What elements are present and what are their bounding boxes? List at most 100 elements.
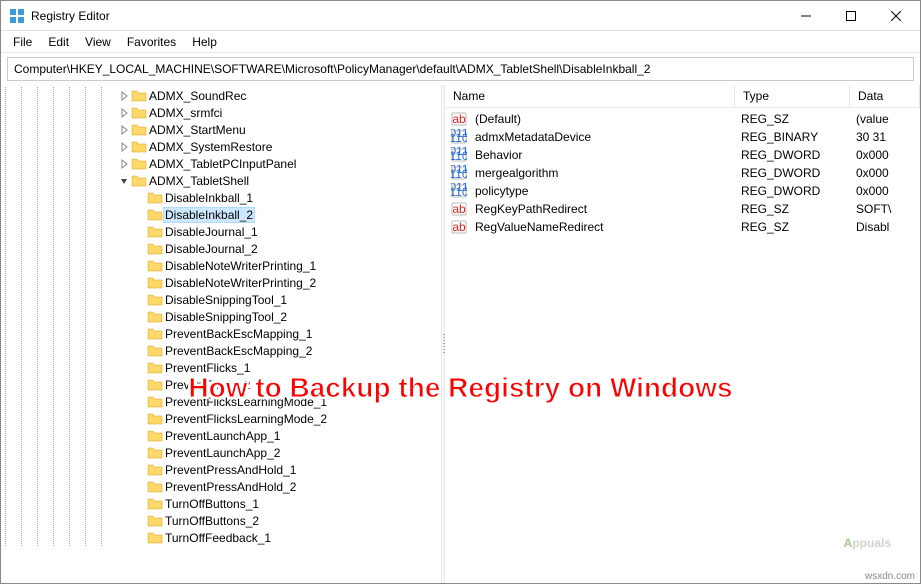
tree-node[interactable]: ADMX_TabletPCInputPanel bbox=[117, 155, 441, 172]
string-value-icon: ab bbox=[451, 219, 467, 235]
folder-icon bbox=[131, 122, 147, 138]
menu-favorites[interactable]: Favorites bbox=[119, 33, 184, 51]
tree-node[interactable]: PreventFlicksLearningMode_1 bbox=[117, 393, 441, 410]
folder-icon bbox=[131, 105, 147, 121]
value-name: RegValueNameRedirect bbox=[467, 220, 733, 234]
tree-node-label: PreventBackEscMapping_2 bbox=[163, 344, 314, 358]
chevron-right-icon[interactable] bbox=[117, 123, 131, 137]
tree-node[interactable]: ADMX_TabletShell bbox=[117, 172, 441, 189]
chevron-right-icon[interactable] bbox=[117, 140, 131, 154]
value-data: 0x000 bbox=[848, 148, 920, 162]
tree-node[interactable]: PreventLaunchApp_2 bbox=[117, 444, 441, 461]
menu-view[interactable]: View bbox=[77, 33, 119, 51]
value-type: REG_BINARY bbox=[733, 130, 848, 144]
svg-text:110: 110 bbox=[451, 149, 467, 163]
svg-text:110: 110 bbox=[451, 185, 467, 199]
tree-node[interactable]: DisableInkball_2 bbox=[117, 206, 441, 223]
registry-value-row[interactable]: 011110policytypeREG_DWORD0x000 bbox=[445, 182, 920, 200]
registry-value-row[interactable]: abRegValueNameRedirectREG_SZDisabl bbox=[445, 218, 920, 236]
folder-icon bbox=[147, 275, 163, 291]
tree-spacer bbox=[133, 480, 147, 494]
column-data[interactable]: Data bbox=[850, 85, 920, 107]
minimize-button[interactable] bbox=[783, 1, 828, 30]
tree-node-label: PreventFlicks_2 bbox=[163, 378, 252, 392]
value-data: SOFT\ bbox=[848, 202, 920, 216]
tree-spacer bbox=[133, 531, 147, 545]
address-bar[interactable]: Computer\HKEY_LOCAL_MACHINE\SOFTWARE\Mic… bbox=[7, 57, 914, 81]
column-type[interactable]: Type bbox=[735, 85, 850, 107]
chevron-right-icon[interactable] bbox=[117, 89, 131, 103]
value-name: mergealgorithm bbox=[467, 166, 733, 180]
tree-node[interactable]: PreventFlicksLearningMode_2 bbox=[117, 410, 441, 427]
tree-node[interactable]: PreventLaunchApp_1 bbox=[117, 427, 441, 444]
svg-text:ab: ab bbox=[452, 112, 466, 126]
chevron-right-icon[interactable] bbox=[117, 106, 131, 120]
svg-text:ab: ab bbox=[452, 202, 466, 216]
tree-node-label: ADMX_TabletShell bbox=[147, 174, 251, 188]
menu-edit[interactable]: Edit bbox=[40, 33, 77, 51]
value-type: REG_SZ bbox=[733, 112, 848, 126]
tree-node-label: ADMX_SystemRestore bbox=[147, 140, 274, 154]
tree-spacer bbox=[133, 344, 147, 358]
registry-value-row[interactable]: 011110BehaviorREG_DWORD0x000 bbox=[445, 146, 920, 164]
chevron-right-icon[interactable] bbox=[117, 157, 131, 171]
registry-value-row[interactable]: ab(Default)REG_SZ(value bbox=[445, 110, 920, 128]
tree-node-label: DisableJournal_1 bbox=[163, 225, 260, 239]
folder-icon bbox=[147, 411, 163, 427]
tree-spacer bbox=[133, 259, 147, 273]
tree-node[interactable]: PreventPressAndHold_1 bbox=[117, 461, 441, 478]
tree-node[interactable]: DisableSnippingTool_1 bbox=[117, 291, 441, 308]
value-type: REG_DWORD bbox=[733, 184, 848, 198]
tree-pane[interactable]: ADMX_SoundRecADMX_srmfciADMX_StartMenu AD… bbox=[1, 85, 441, 583]
folder-icon bbox=[147, 462, 163, 478]
tree-node[interactable]: DisableJournal_1 bbox=[117, 223, 441, 240]
binary-value-icon: 011110 bbox=[451, 183, 467, 199]
folder-icon bbox=[147, 258, 163, 274]
tree-node[interactable]: PreventBackEscMapping_2 bbox=[117, 342, 441, 359]
tree-node[interactable]: ADMX_SoundRec bbox=[117, 87, 441, 104]
tree-node[interactable]: TurnOffButtons_2 bbox=[117, 512, 441, 529]
tree-node[interactable]: DisableJournal_2 bbox=[117, 240, 441, 257]
folder-icon bbox=[147, 513, 163, 529]
registry-value-row[interactable]: 011110admxMetadataDeviceREG_BINARY30 31 bbox=[445, 128, 920, 146]
column-name[interactable]: Name bbox=[445, 85, 735, 107]
tree-node-label: PreventFlicksLearningMode_2 bbox=[163, 412, 329, 426]
pane-splitter[interactable] bbox=[441, 85, 445, 583]
content-area: ADMX_SoundRecADMX_srmfciADMX_StartMenu AD… bbox=[1, 85, 920, 583]
registry-value-row[interactable]: 011110mergealgorithmREG_DWORD0x000 bbox=[445, 164, 920, 182]
tree-node[interactable]: DisableInkball_1 bbox=[117, 189, 441, 206]
tree-node[interactable]: TurnOffButtons_1 bbox=[117, 495, 441, 512]
svg-text:110: 110 bbox=[451, 167, 467, 181]
chevron-down-icon[interactable] bbox=[117, 174, 131, 188]
tree-node[interactable]: DisableNoteWriterPrinting_2 bbox=[117, 274, 441, 291]
tree-node[interactable]: PreventBackEscMapping_1 bbox=[117, 325, 441, 342]
list-pane: Name Type Data ab(Default)REG_SZ(value01… bbox=[445, 85, 920, 583]
tree-node[interactable]: DisableSnippingTool_2 bbox=[117, 308, 441, 325]
tree-node[interactable]: DisableNoteWriterPrinting_1 bbox=[117, 257, 441, 274]
maximize-button[interactable] bbox=[828, 1, 873, 30]
tree-node[interactable]: ADMX_SystemRestore bbox=[117, 138, 441, 155]
close-button[interactable] bbox=[873, 1, 918, 30]
tree-spacer bbox=[133, 361, 147, 375]
folder-icon bbox=[147, 428, 163, 444]
tree-node-label: DisableNoteWriterPrinting_1 bbox=[163, 259, 318, 273]
address-text: Computer\HKEY_LOCAL_MACHINE\SOFTWARE\Mic… bbox=[14, 62, 650, 76]
registry-value-row[interactable]: abRegKeyPathRedirectREG_SZSOFT\ bbox=[445, 200, 920, 218]
folder-icon bbox=[147, 224, 163, 240]
tree-node[interactable]: PreventPressAndHold_2 bbox=[117, 478, 441, 495]
tree-node[interactable]: TurnOffFeedback_1 bbox=[117, 529, 441, 546]
tree-node[interactable]: ADMX_StartMenu bbox=[117, 121, 441, 138]
value-name: RegKeyPathRedirect bbox=[467, 202, 733, 216]
tree-node-label: PreventLaunchApp_2 bbox=[163, 446, 282, 460]
tree-spacer bbox=[133, 191, 147, 205]
menu-help[interactable]: Help bbox=[184, 33, 225, 51]
tree-spacer bbox=[133, 208, 147, 222]
menubar: File Edit View Favorites Help bbox=[1, 31, 920, 53]
tree-spacer bbox=[133, 225, 147, 239]
tree-node-label: PreventFlicks_1 bbox=[163, 361, 252, 375]
tree-node[interactable]: PreventFlicks_2 bbox=[117, 376, 441, 393]
tree-node[interactable]: PreventFlicks_1 bbox=[117, 359, 441, 376]
folder-icon bbox=[147, 445, 163, 461]
menu-file[interactable]: File bbox=[5, 33, 40, 51]
tree-node[interactable]: ADMX_srmfci bbox=[117, 104, 441, 121]
